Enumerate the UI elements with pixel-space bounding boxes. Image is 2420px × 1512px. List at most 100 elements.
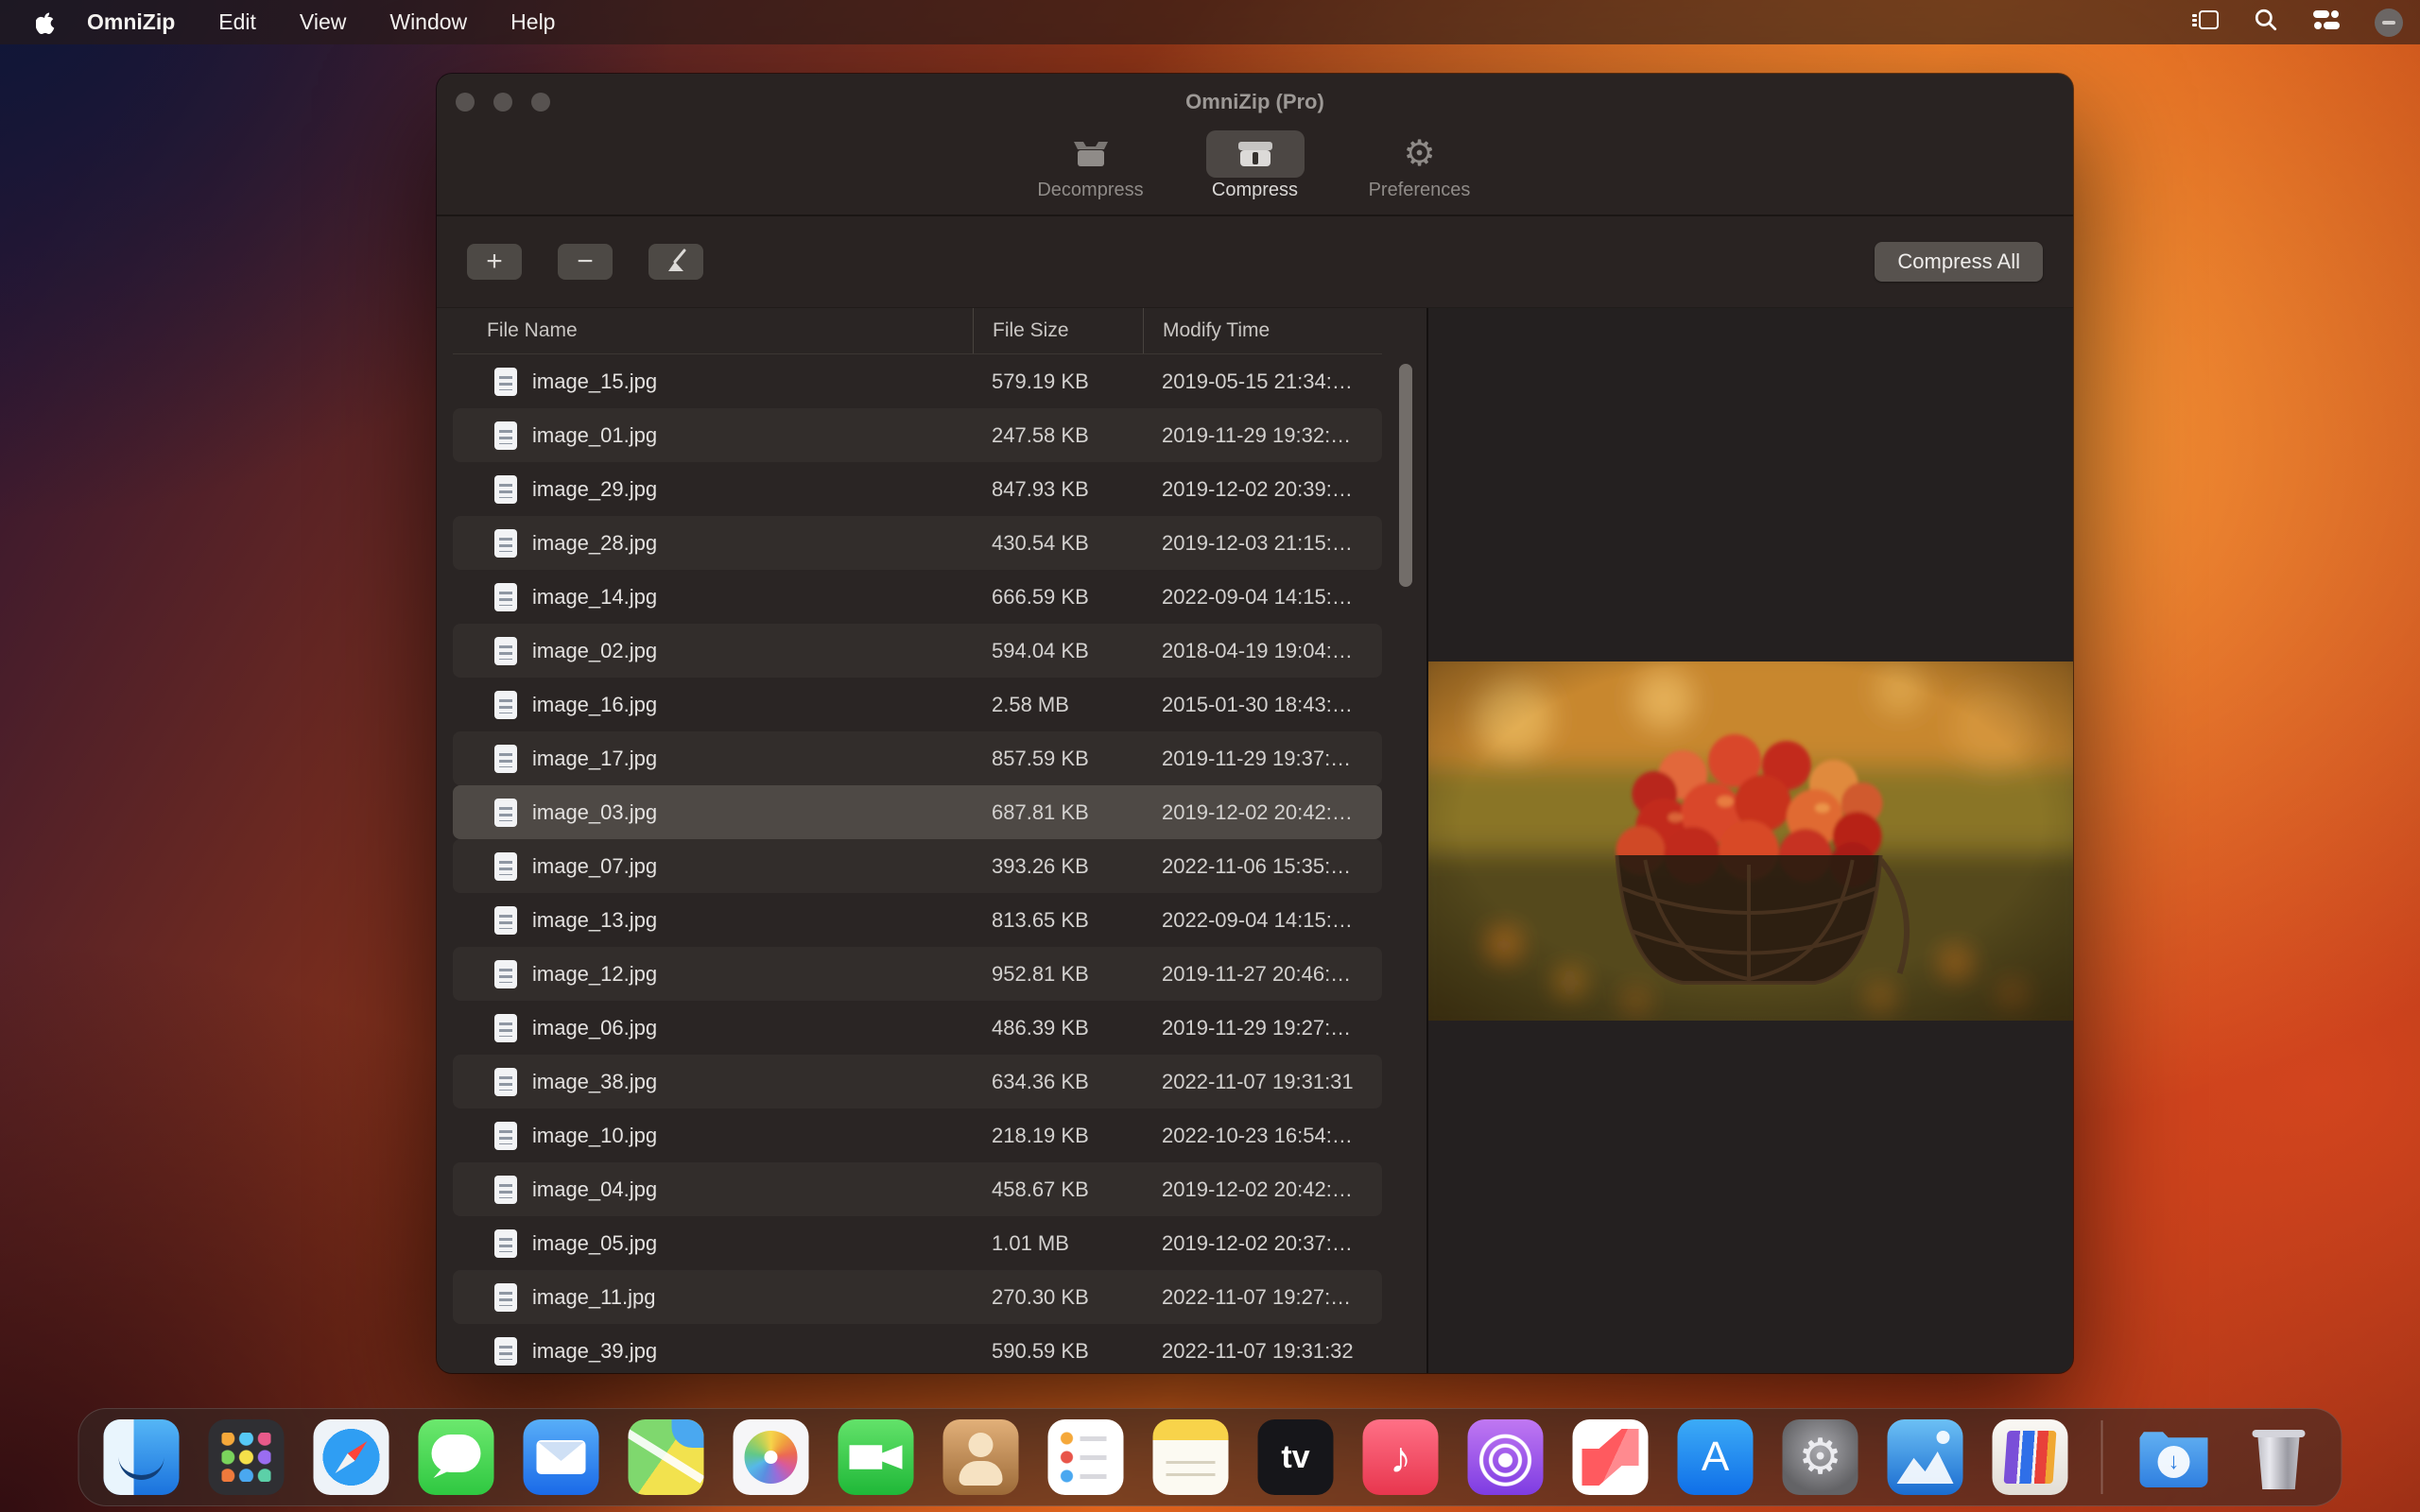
safari-icon <box>314 1419 389 1495</box>
modify-time-cell: 2022-09-04 14:15:… <box>1143 908 1382 933</box>
file-document-icon <box>494 1229 517 1258</box>
menubar-app-name[interactable]: OmniZip <box>87 9 175 35</box>
file-size-cell: 218.19 KB <box>973 1124 1143 1148</box>
tab-compress[interactable]: Compress <box>1184 130 1327 215</box>
dock-item-photos[interactable] <box>734 1419 809 1495</box>
add-file-button[interactable]: + <box>467 244 522 280</box>
file-document-icon <box>494 1176 517 1204</box>
dock-item-facetime[interactable] <box>838 1419 914 1495</box>
file-size-cell: 847.93 KB <box>973 477 1143 502</box>
table-row[interactable]: image_12.jpg 952.81 KB 2019-11-27 20:46:… <box>453 947 1382 1001</box>
tab-decompress[interactable]: Decompress <box>1019 130 1163 215</box>
dock-item-mail[interactable] <box>524 1419 599 1495</box>
file-name-cell: image_17.jpg <box>453 745 973 773</box>
dock-item-tv[interactable] <box>1258 1419 1334 1495</box>
dock-item-contacts[interactable] <box>943 1419 1019 1495</box>
file-name-cell: image_29.jpg <box>453 475 973 504</box>
table-row[interactable]: image_10.jpg 218.19 KB 2022-10-23 16:54:… <box>453 1108 1382 1162</box>
file-name-cell: image_11.jpg <box>453 1283 973 1312</box>
table-row[interactable]: image_39.jpg 590.59 KB 2022-11-07 19:31:… <box>453 1324 1382 1373</box>
table-row[interactable]: image_07.jpg 393.26 KB 2022-11-06 15:35:… <box>453 839 1382 893</box>
apple-menu-icon[interactable] <box>32 10 60 35</box>
dock-item-preview[interactable] <box>1888 1419 1963 1495</box>
compress-all-button[interactable]: Compress All <box>1875 242 2043 282</box>
file-name: image_12.jpg <box>532 962 657 987</box>
file-name-cell: image_01.jpg <box>453 421 973 450</box>
dock-item-podcasts[interactable] <box>1468 1419 1544 1495</box>
file-name: image_10.jpg <box>532 1124 657 1148</box>
status-circle-icon[interactable] <box>2375 9 2403 37</box>
tab-compress-label: Compress <box>1212 180 1298 201</box>
modify-time-cell: 2019-11-29 19:27:… <box>1143 1016 1382 1040</box>
dock-item-finder[interactable] <box>104 1419 180 1495</box>
toolbar-tabs: Decompress Compress ⚙ Preferences <box>437 130 2073 216</box>
photos-icon <box>734 1419 809 1495</box>
table-row[interactable]: image_16.jpg 2.58 MB 2015-01-30 18:43:… <box>453 678 1382 731</box>
clear-list-button[interactable] <box>648 244 703 280</box>
table-row[interactable]: image_04.jpg 458.67 KB 2019-12-02 20:42:… <box>453 1162 1382 1216</box>
scrollbar-thumb[interactable] <box>1399 364 1412 587</box>
table-row[interactable]: image_14.jpg 666.59 KB 2022-09-04 14:15:… <box>453 570 1382 624</box>
table-row[interactable]: image_17.jpg 857.59 KB 2019-11-29 19:37:… <box>453 731 1382 785</box>
table-row[interactable]: image_11.jpg 270.30 KB 2022-11-07 19:27:… <box>453 1270 1382 1324</box>
dock-item-music[interactable] <box>1363 1419 1439 1495</box>
tab-preferences[interactable]: ⚙ Preferences <box>1348 130 1492 215</box>
file-size-cell: 813.65 KB <box>973 908 1143 933</box>
dock-item-messages[interactable] <box>419 1419 494 1495</box>
remove-file-button[interactable]: − <box>558 244 613 280</box>
column-modify-time[interactable]: Modify Time <box>1143 308 1382 353</box>
music-icon <box>1363 1419 1439 1495</box>
menu-edit[interactable]: Edit <box>218 9 256 35</box>
menu-help[interactable]: Help <box>510 9 555 35</box>
file-name: image_07.jpg <box>532 854 657 879</box>
table-row[interactable]: image_02.jpg 594.04 KB 2018-04-19 19:04:… <box>453 624 1382 678</box>
file-size-cell: 2.58 MB <box>973 693 1143 717</box>
menu-view[interactable]: View <box>300 9 346 35</box>
dock-item-maps[interactable] <box>629 1419 704 1495</box>
trash-icon <box>2241 1419 2317 1495</box>
control-center-icon[interactable] <box>2312 9 2341 37</box>
file-size-cell: 634.36 KB <box>973 1070 1143 1094</box>
modify-time-cell: 2019-11-27 20:46:… <box>1143 962 1382 987</box>
dock-item-trash[interactable] <box>2241 1419 2317 1495</box>
dock-item-downloads[interactable] <box>2136 1419 2212 1495</box>
menu-window[interactable]: Window <box>389 9 467 35</box>
column-file-name[interactable]: File Name <box>453 308 973 353</box>
stage-manager-icon[interactable] <box>2191 9 2220 37</box>
table-row[interactable]: image_01.jpg 247.58 KB 2019-11-29 19:32:… <box>453 408 1382 462</box>
dock-item-appstore[interactable] <box>1678 1419 1754 1495</box>
dock-item-safari[interactable] <box>314 1419 389 1495</box>
table-row[interactable]: image_03.jpg 687.81 KB 2019-12-02 20:42:… <box>453 785 1382 839</box>
file-table: File Name File Size Modify Time image_15… <box>437 308 1426 1373</box>
table-row[interactable]: image_38.jpg 634.36 KB 2022-11-07 19:31:… <box>453 1055 1382 1108</box>
spotlight-icon[interactable] <box>2254 8 2278 38</box>
table-row[interactable]: image_29.jpg 847.93 KB 2019-12-02 20:39:… <box>453 462 1382 516</box>
settings-icon <box>1783 1419 1858 1495</box>
file-document-icon <box>494 583 517 611</box>
table-row[interactable]: image_05.jpg 1.01 MB 2019-12-02 20:37:… <box>453 1216 1382 1270</box>
omnizip-icon <box>1993 1419 2068 1495</box>
modify-time-cell: 2019-12-02 20:42:… <box>1143 1177 1382 1202</box>
table-row[interactable]: image_15.jpg 579.19 KB 2019-05-15 21:34:… <box>453 354 1382 408</box>
column-file-size[interactable]: File Size <box>973 308 1143 353</box>
file-size-cell: 579.19 KB <box>973 369 1143 394</box>
dock-item-news[interactable] <box>1573 1419 1649 1495</box>
dock-item-omnizip[interactable] <box>1993 1419 2068 1495</box>
dock-item-notes[interactable] <box>1153 1419 1229 1495</box>
file-name: image_29.jpg <box>532 477 657 502</box>
dock-item-reminders[interactable] <box>1048 1419 1124 1495</box>
dock <box>78 1408 2342 1506</box>
dock-item-launchpad[interactable] <box>209 1419 285 1495</box>
table-row[interactable]: image_06.jpg 486.39 KB 2019-11-29 19:27:… <box>453 1001 1382 1055</box>
file-name: image_17.jpg <box>532 747 657 771</box>
file-name-cell: image_06.jpg <box>453 1014 973 1042</box>
window-titlebar[interactable]: OmniZip (Pro) <box>437 74 2073 130</box>
modify-time-cell: 2019-12-02 20:42:… <box>1143 800 1382 825</box>
table-row[interactable]: image_28.jpg 430.54 KB 2019-12-03 21:15:… <box>453 516 1382 570</box>
file-document-icon <box>494 691 517 719</box>
contacts-icon <box>943 1419 1019 1495</box>
dock-item-settings[interactable] <box>1783 1419 1858 1495</box>
table-row[interactable]: image_13.jpg 813.65 KB 2022-09-04 14:15:… <box>453 893 1382 947</box>
reminders-icon <box>1048 1419 1124 1495</box>
table-header: File Name File Size Modify Time <box>453 308 1382 354</box>
